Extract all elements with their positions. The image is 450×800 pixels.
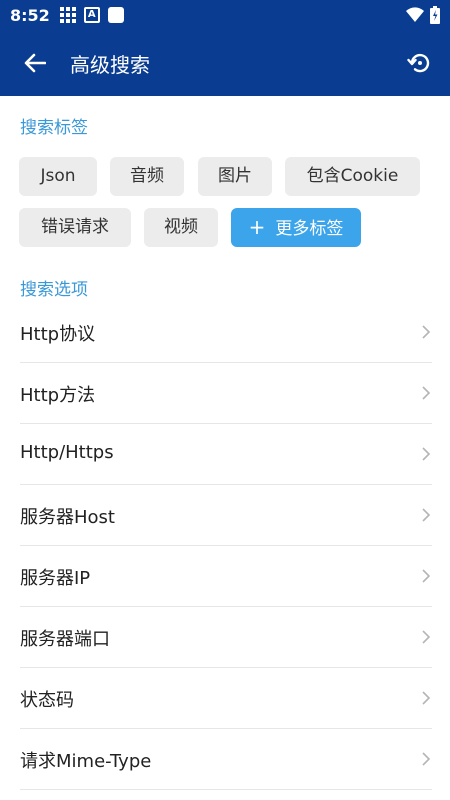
status-time: 8:52 [10, 5, 50, 25]
chevron-right-icon [422, 630, 431, 644]
search-options-list: Http协议 Http方法 Http/Https 服务器Host 服务器IP 服… [0, 302, 450, 790]
option-label: Http/Https [20, 442, 114, 463]
option-server-port[interactable]: 服务器端口 [20, 607, 432, 668]
status-system-icons [406, 6, 440, 24]
more-tags-button[interactable]: + 更多标签 [231, 208, 361, 247]
chevron-right-icon [422, 752, 431, 766]
option-status-code[interactable]: 状态码 [20, 668, 432, 729]
tag-video[interactable]: 视频 [144, 208, 218, 247]
chevron-right-icon [422, 508, 431, 522]
plus-icon: + [248, 215, 266, 239]
wifi-icon [406, 7, 424, 23]
tag-cookie[interactable]: 包含Cookie [285, 157, 420, 196]
tag-image[interactable]: 图片 [198, 157, 272, 196]
option-http-method[interactable]: Http方法 [20, 363, 432, 424]
grid-notification-icon [59, 7, 76, 23]
chevron-right-icon [422, 325, 431, 339]
option-http-protocol[interactable]: Http协议 [20, 302, 432, 363]
history-button[interactable] [400, 43, 440, 83]
option-label: 状态码 [20, 690, 74, 711]
battery-icon [430, 6, 440, 24]
option-label: 服务器端口 [20, 629, 110, 650]
tag-error-request[interactable]: 错误请求 [19, 208, 131, 247]
option-label: Http协议 [20, 324, 96, 345]
chevron-right-icon [422, 691, 431, 705]
option-label: 请求Mime-Type [20, 751, 152, 772]
app-notification-icon: A [83, 7, 100, 23]
square-notification-icon [107, 7, 124, 23]
page-title: 高级搜索 [70, 52, 150, 77]
option-http-https[interactable]: Http/Https [20, 424, 432, 485]
option-label: 服务器Host [20, 507, 115, 528]
chevron-right-icon [422, 447, 431, 461]
arrow-left-icon [24, 53, 46, 73]
section-title-tags: 搜索标签 [20, 118, 88, 138]
history-icon [407, 53, 430, 73]
option-request-mime-type[interactable]: 请求Mime-Type [20, 729, 432, 790]
option-label: Http方法 [20, 385, 96, 406]
option-server-ip[interactable]: 服务器IP [20, 546, 432, 607]
option-label: 服务器IP [20, 568, 91, 589]
tag-audio[interactable]: 音频 [110, 157, 184, 196]
section-title-options: 搜索选项 [20, 280, 88, 300]
tag-json[interactable]: Json [19, 157, 97, 196]
status-notification-icons: A [59, 7, 124, 23]
back-button[interactable] [0, 30, 70, 96]
chevron-right-icon [422, 386, 431, 400]
app-toolbar: 高级搜索 [0, 30, 450, 96]
more-tags-label: 更多标签 [275, 219, 344, 239]
chevron-right-icon [422, 569, 431, 583]
option-server-host[interactable]: 服务器Host [20, 485, 432, 546]
status-bar: 8:52 A [0, 0, 450, 30]
